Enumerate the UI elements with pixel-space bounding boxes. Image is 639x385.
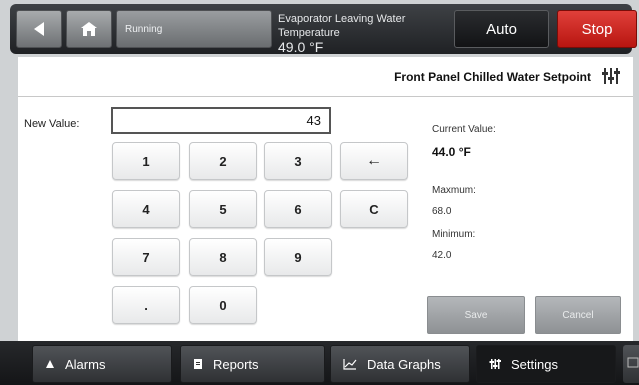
clear-key[interactable]: C [340,190,408,228]
tab-label: Alarms [65,356,106,372]
evaporator-value: 49.0 °F [278,39,324,55]
back-arrow-icon [34,22,44,36]
tab-label: Reports [213,356,259,372]
home-button[interactable] [66,10,112,48]
key-7[interactable]: 7 [112,238,180,276]
panel-header: Front Panel Chilled Water Setpoint [18,57,633,97]
top-bar: Running Evaporator Leaving Water Tempera… [10,4,637,54]
backspace-key[interactable]: ← [340,142,408,180]
setpoint-panel: Front Panel Chilled Water Setpoint New V… [18,57,633,341]
home-icon [81,22,97,36]
more-button[interactable] [623,345,639,383]
document-icon [194,359,202,369]
key-decimal[interactable]: . [112,286,180,324]
status-text: Running [125,23,163,35]
maximum-label: Maxmum: [432,185,476,196]
minimum-value: 42.0 [432,250,452,261]
key-3[interactable]: 3 [264,142,332,180]
key-5[interactable]: 5 [189,190,257,228]
key-9[interactable]: 9 [264,238,332,276]
current-value: 44.0 °F [432,145,471,159]
new-value-input[interactable]: 43 [111,107,331,134]
tab-alarms[interactable]: Alarms [32,345,172,383]
stop-button[interactable]: Stop [557,10,637,48]
tab-label: Data Graphs [367,356,441,372]
evaporator-readout: Evaporator Leaving Water Temperature 49.… [278,12,443,54]
status-display[interactable]: Running [116,10,272,48]
chat-icon [627,357,639,368]
tab-settings[interactable]: Settings [476,345,616,383]
save-button[interactable]: Save [427,296,525,334]
tab-data-graphs[interactable]: Data Graphs [330,345,470,383]
key-1[interactable]: 1 [112,142,180,180]
sliders-icon [489,359,501,369]
key-0[interactable]: 0 [189,286,257,324]
tab-label: Settings [511,356,558,372]
back-button[interactable] [16,10,62,48]
bottom-nav: Alarms Reports Data Graphs Settings [0,341,639,385]
maximum-value: 68.0 [432,206,452,217]
key-8[interactable]: 8 [189,238,257,276]
key-6[interactable]: 6 [264,190,332,228]
key-4[interactable]: 4 [112,190,180,228]
current-value-label: Current Value: [432,124,496,135]
auto-button[interactable]: Auto [454,10,549,48]
sliders-icon [602,68,620,84]
key-2[interactable]: 2 [189,142,257,180]
cancel-button[interactable]: Cancel [535,296,621,334]
tab-reports[interactable]: Reports [180,345,325,383]
page-title: Front Panel Chilled Water Setpoint [394,70,591,84]
chart-icon [343,359,357,370]
evaporator-label: Evaporator Leaving Water Temperature [278,13,406,39]
triangle-up-icon [46,360,54,368]
minimum-label: Minimum: [432,229,476,240]
new-value-label: New Value: [24,118,80,130]
